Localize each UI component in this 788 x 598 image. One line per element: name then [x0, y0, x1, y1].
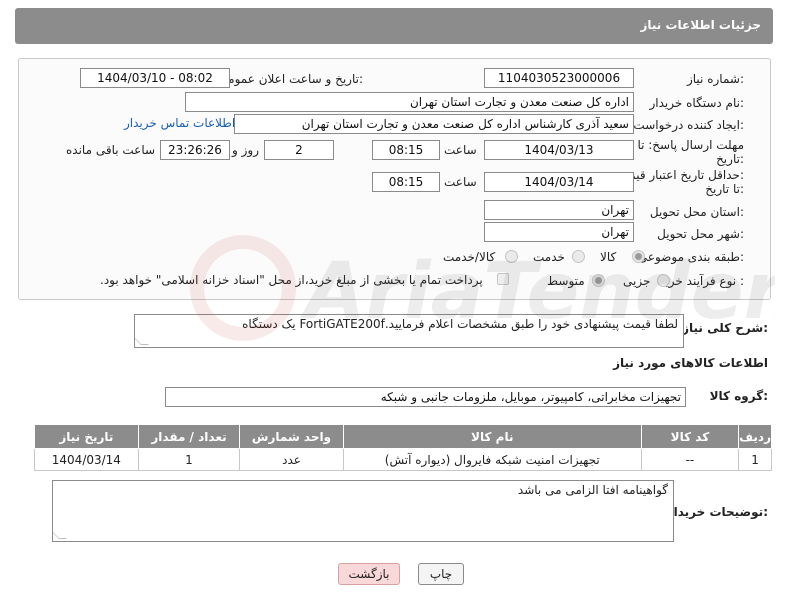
- category-goods-radio[interactable]: [632, 250, 645, 263]
- need-number-field: 1104030523000006: [484, 68, 634, 88]
- process-minor-label: جزیی: [623, 274, 651, 288]
- treasury-payment-checkbox[interactable]: [497, 273, 509, 285]
- province-label: استان محل تحویل:: [649, 205, 744, 219]
- table-row: 1 -- تجهیزات امنیت شبکه فایروال (دیواره …: [34, 448, 772, 471]
- requester-label: ایجاد کننده درخواست:: [633, 118, 744, 132]
- back-button[interactable]: بازگشت: [338, 563, 400, 585]
- deadline-time-field: 08:15: [372, 140, 440, 160]
- days-field: 2: [264, 140, 334, 160]
- requester-field: سعید آذری کارشناس اداره کل صنعت معدن و ت…: [234, 114, 634, 134]
- remaining-time-field: 23:26:26: [160, 140, 230, 160]
- buyer-notes-text: گواهینامه افتا الزامی می باشد: [517, 483, 668, 497]
- need-number-label: شماره نیاز:: [686, 72, 744, 86]
- col-unit: واحد شمارش: [239, 424, 344, 449]
- description-text: لطفا قیمت پیشنهادی خود را طبق مشخصات اعل…: [242, 317, 678, 331]
- col-qty: تعداد / مقدار: [137, 424, 241, 449]
- announce-field: 1404/03/10 - 08:02: [80, 68, 230, 88]
- days-label: روز و: [232, 143, 259, 157]
- goods-table-header: ردیف کد کالا نام کالا واحد شمارش تعداد /…: [34, 424, 772, 449]
- validity-label-date: تا تاریخ:: [705, 182, 744, 196]
- province-field: تهران: [484, 200, 634, 220]
- buyer-org-label: نام دستگاه خریدار:: [649, 96, 745, 110]
- validity-time-label: ساعت: [444, 175, 477, 189]
- process-medium-radio[interactable]: [592, 274, 605, 287]
- cell-unit: عدد: [239, 448, 344, 471]
- goods-group-field: تجهیزات مخابراتی، کامپیوتر، موبایل، ملزو…: [165, 387, 686, 407]
- page-title: جزئیات اطلاعات نیاز: [640, 18, 761, 32]
- description-textarea: لطفا قیمت پیشنهادی خود را طبق مشخصات اعل…: [134, 314, 684, 348]
- announce-label: تاریخ و ساعت اعلان عمومی:: [218, 72, 363, 86]
- resize-grip-icon: [53, 531, 67, 539]
- cell-date: 1404/03/14: [34, 448, 139, 471]
- cell-name: تجهیزات امنیت شبکه فایروال (دیواره آتش): [342, 448, 642, 471]
- col-row: ردیف: [738, 424, 772, 449]
- treasury-payment-note: پرداخت تمام یا بخشی از مبلغ خرید،از محل …: [100, 273, 483, 287]
- col-code: کد کالا: [640, 424, 740, 449]
- category-both-label: کالا/خدمت: [443, 250, 496, 264]
- city-field: تهران: [484, 222, 634, 242]
- remaining-label: ساعت باقی مانده: [66, 143, 156, 157]
- category-goods-label: کالا: [600, 250, 617, 264]
- buyer-notes-textarea: گواهینامه افتا الزامی می باشد: [52, 480, 674, 542]
- deadline-date-field: 1404/03/13: [484, 140, 634, 160]
- description-label: شرح کلی نیاز:: [682, 321, 768, 335]
- process-medium-label: متوسط: [547, 274, 585, 288]
- cell-row: 1: [738, 448, 772, 471]
- cell-code: --: [640, 448, 740, 471]
- category-both-radio[interactable]: [505, 250, 518, 263]
- deadline-label: مهلت ارسال پاسخ: تا: [637, 138, 744, 152]
- validity-time-field: 08:15: [372, 172, 440, 192]
- process-label: نوع فرآیند خرید :: [659, 274, 744, 288]
- deadline-time-label: ساعت: [444, 143, 477, 157]
- category-service-radio[interactable]: [572, 250, 585, 263]
- category-label: طبقه بندی موضوعی:: [637, 250, 744, 264]
- page-header: جزئیات اطلاعات نیاز: [15, 8, 773, 44]
- buyer-notes-label: توضیحات خریدار:: [666, 505, 768, 519]
- col-name: نام کالا: [342, 424, 642, 449]
- buyer-contact-link[interactable]: اطلاعات تماس خریدار: [124, 116, 235, 130]
- goods-group-label: گروه کالا:: [709, 389, 768, 403]
- goods-table: ردیف کد کالا نام کالا واحد شمارش تعداد /…: [34, 424, 772, 471]
- cell-qty: 1: [137, 448, 241, 471]
- validity-date-field: 1404/03/14: [484, 172, 634, 192]
- deadline-label-date: تاریخ:: [716, 152, 744, 166]
- buyer-org-field: اداره کل صنعت معدن و تجارت استان تهران: [185, 92, 634, 112]
- city-label: شهر محل تحویل:: [657, 227, 744, 241]
- col-date: تاریخ نیاز: [34, 424, 139, 449]
- validity-label: حداقل تاریخ اعتبار قیمت:: [617, 168, 744, 182]
- process-minor-radio[interactable]: [657, 274, 670, 287]
- resize-grip-icon: [135, 337, 149, 345]
- print-button[interactable]: چاپ: [418, 563, 464, 585]
- goods-section-title: اطلاعات کالاهای مورد نیاز: [613, 356, 768, 370]
- category-service-label: خدمت: [533, 250, 565, 264]
